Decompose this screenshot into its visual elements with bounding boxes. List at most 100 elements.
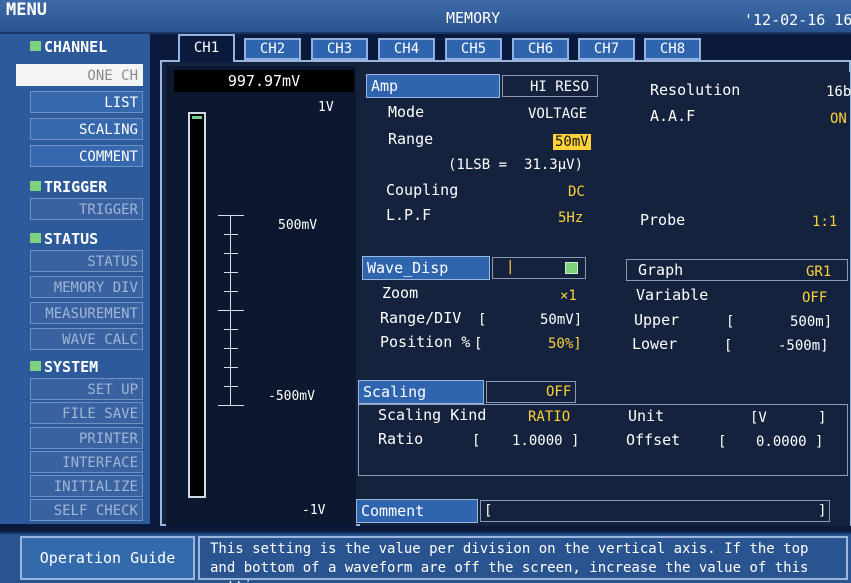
range-div-value[interactable]: 50mV] — [540, 312, 582, 328]
section-indicator-icon — [30, 361, 41, 371]
status-section-header: STATUS — [30, 230, 98, 248]
coupling-label: Coupling — [386, 181, 459, 199]
resolution-label: Resolution — [650, 81, 741, 99]
sidebar-item-set-up[interactable]: SET UP — [30, 378, 143, 400]
sidebar-item-comment[interactable]: COMMENT — [30, 145, 143, 167]
unit-value[interactable]: [V — [750, 410, 767, 426]
variable-label: Variable — [636, 286, 709, 304]
scale-top-label: 1V — [318, 100, 334, 115]
operation-guide-text: This setting is the value per division o… — [198, 536, 848, 583]
aaf-label: A.A.F — [650, 107, 696, 125]
upper-open: [ — [726, 314, 735, 330]
meter-tick — [218, 215, 244, 216]
sidebar-item-status[interactable]: STATUS — [30, 250, 143, 272]
unit-close: ] — [818, 410, 827, 426]
ratio-open: [ — [472, 433, 481, 449]
scaling-kind-value[interactable]: RATIO — [528, 409, 570, 425]
upper-label: Upper — [634, 311, 680, 329]
comment-close: ] — [818, 503, 827, 519]
ratio-label: Ratio — [378, 430, 424, 448]
aaf-value[interactable]: ON — [830, 111, 847, 127]
lower-label: Lower — [632, 335, 678, 353]
range-value[interactable]: 50mV — [553, 134, 591, 150]
probe-label: Probe — [640, 211, 686, 229]
zoom-value[interactable]: ×1 — [560, 288, 577, 304]
title-bar — [0, 0, 851, 34]
offset-label: Offset — [626, 431, 681, 449]
tab-ch2[interactable]: CH2 — [244, 38, 301, 60]
screen-title: MEMORY — [446, 9, 501, 27]
sidebar-item-printer[interactable]: PRINTER — [30, 427, 143, 449]
tab-ch6[interactable]: CH6 — [512, 38, 569, 60]
sidebar-item-memory-div[interactable]: MEMORY DIV — [30, 276, 143, 298]
scale-upper-label: 500mV — [278, 218, 318, 233]
sidebar-item-wave-calc[interactable]: WAVE CALC — [30, 328, 143, 350]
sidebar-item-scaling[interactable]: SCALING — [30, 118, 143, 140]
offset-open: [ — [718, 434, 727, 450]
amp-mode-header-value: HI RESO — [530, 79, 590, 95]
upper-value[interactable]: 500m] — [790, 314, 832, 330]
scale-lower-label: -500mV — [268, 389, 315, 404]
tab-ch5[interactable]: CH5 — [445, 38, 502, 60]
position-open: [ — [474, 336, 483, 352]
comment-field[interactable] — [480, 500, 830, 522]
lsb-text: (1LSB = — [448, 157, 508, 173]
lsb-value: 31.3µV) — [524, 157, 584, 173]
sidebar-item-self-check[interactable]: SELF CHECK — [30, 499, 143, 521]
channel-tabs: CH1 CH2 CH3 CH4 CH5 CH6 CH7 CH8 — [178, 34, 851, 62]
range-div-open: [ — [478, 312, 487, 328]
graph-value[interactable]: GR1 — [806, 264, 831, 280]
meter-level-marker — [192, 116, 202, 119]
system-section-header: SYSTEM — [30, 358, 98, 376]
mode-label: Mode — [388, 103, 425, 121]
lpf-label: L.P.F — [386, 206, 432, 224]
tab-ch1[interactable]: CH1 — [178, 34, 235, 62]
coupling-value[interactable]: DC — [568, 184, 585, 200]
sidebar-item-trigger[interactable]: TRIGGER — [30, 198, 143, 220]
meter-value: 997.97mV — [174, 70, 354, 92]
range-div-label: Range/DIV — [380, 309, 462, 327]
section-indicator-icon — [30, 41, 41, 51]
scaling-state: OFF — [546, 384, 572, 400]
sidebar-item-list[interactable]: LIST — [30, 91, 143, 113]
channel-section-header: CHANNEL — [30, 38, 107, 56]
tab-ch4[interactable]: CH4 — [378, 38, 435, 60]
ratio-value[interactable]: 1.0000 ] — [512, 433, 579, 449]
variable-value[interactable]: OFF — [802, 290, 827, 306]
sidebar: CHANNEL ONE CH LIST SCALING COMMENT TRIG… — [0, 34, 150, 524]
trigger-section-header: TRIGGER — [30, 178, 107, 196]
wave-color-swatch-icon — [565, 262, 578, 274]
position-value[interactable]: 50%] — [548, 336, 582, 352]
tab-ch7[interactable]: CH7 — [578, 38, 635, 60]
probe-value[interactable]: 1:1 — [812, 214, 837, 230]
sidebar-item-measurement[interactable]: MEASUREMENT — [30, 302, 143, 324]
menu-label: MENU — [6, 0, 47, 20]
sidebar-item-initialize[interactable]: INITIALIZE — [30, 475, 143, 497]
unit-label: Unit — [628, 407, 665, 425]
tab-ch3[interactable]: CH3 — [311, 38, 368, 60]
zoom-label: Zoom — [382, 284, 419, 302]
operation-guide-title: Operation Guide — [20, 536, 195, 580]
section-indicator-icon — [30, 233, 41, 243]
sidebar-item-file-save[interactable]: FILE SAVE — [30, 402, 143, 424]
meter-tick — [218, 405, 244, 406]
datetime: '12-02-16 16 — [744, 11, 851, 29]
sidebar-item-one-ch[interactable]: ONE CH — [16, 64, 143, 86]
scaling-kind-label: Scaling Kind — [378, 406, 487, 424]
lower-value[interactable]: -500m] — [778, 338, 829, 354]
mode-value[interactable]: VOLTAGE — [528, 106, 587, 122]
comment-header: Comment — [356, 499, 478, 523]
sidebar-item-interface[interactable]: INTERFACE — [30, 451, 143, 473]
comment-open: [ — [484, 503, 493, 519]
position-label: Position % — [380, 333, 471, 351]
offset-value[interactable]: 0.0000 ] — [756, 434, 823, 450]
meter-bar — [188, 112, 206, 498]
amp-header: Amp — [366, 74, 500, 98]
graph-label: Graph — [638, 261, 684, 279]
lpf-value[interactable]: 5Hz — [558, 210, 583, 226]
tab-ch8[interactable]: CH8 — [644, 38, 701, 60]
lower-open: [ — [724, 338, 733, 354]
scaling-header: Scaling — [358, 380, 484, 404]
wave-marker: | — [506, 259, 515, 275]
scale-bottom-label: -1V — [302, 503, 326, 518]
